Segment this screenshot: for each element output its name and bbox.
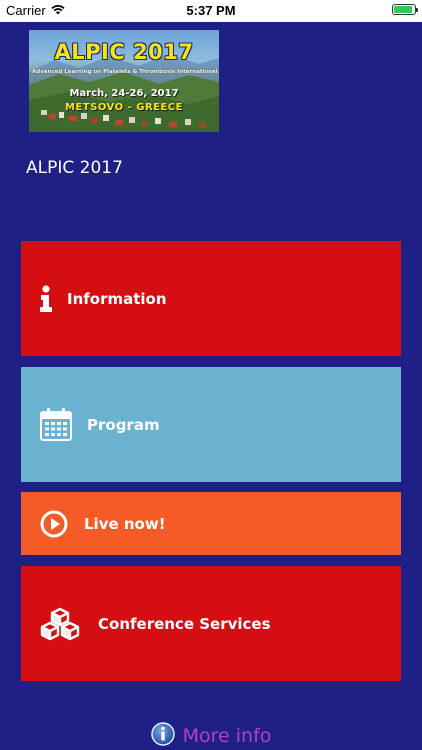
information-label: Information	[67, 289, 167, 308]
program-button[interactable]: Program	[21, 367, 401, 482]
live-now-label: Live now!	[84, 514, 166, 533]
conference-services-button[interactable]: Conference Services	[21, 566, 401, 681]
play-circle-icon	[40, 510, 68, 538]
status-time: 5:37 PM	[186, 3, 236, 18]
live-now-button[interactable]: Live now!	[21, 492, 401, 555]
info-circle-icon	[150, 722, 175, 750]
calendar-icon	[40, 408, 72, 441]
page-title: ALPIC 2017	[26, 158, 123, 178]
app-screen: Carrier 5:37 PM ALPIC 2017 Advanced Lear…	[0, 0, 422, 750]
battery-fill	[394, 6, 412, 13]
cubes-icon	[39, 607, 81, 641]
conference-services-label: Conference Services	[98, 614, 271, 633]
battery-icon	[392, 4, 418, 15]
banner-title: ALPIC 2017	[54, 40, 194, 64]
banner-date: March, 24-26, 2017	[69, 88, 179, 99]
status-right	[392, 4, 418, 15]
information-button[interactable]: Information	[21, 241, 401, 356]
more-info-button[interactable]: More info	[0, 722, 422, 750]
status-bar: Carrier 5:37 PM	[0, 0, 422, 22]
conference-banner: ALPIC 2017 Advanced Learning on Platelet…	[29, 30, 219, 132]
banner-location: METSOVO - GREECE	[65, 102, 183, 113]
program-label: Program	[87, 415, 160, 434]
info-icon	[39, 284, 53, 313]
more-info-label: More info	[182, 725, 272, 747]
banner-subtitle: Advanced Learning on Platelets & Thrombo…	[32, 69, 219, 75]
